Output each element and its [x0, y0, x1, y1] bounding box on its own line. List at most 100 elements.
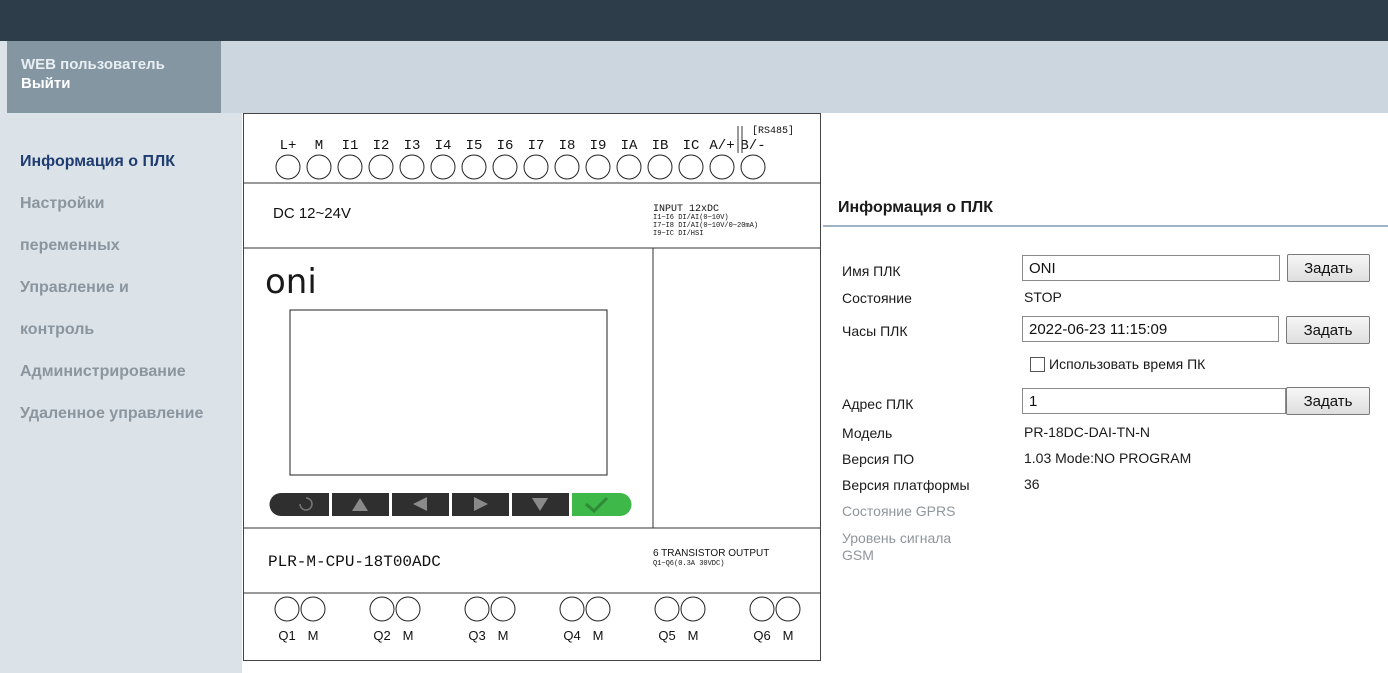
output-terminal [369, 596, 395, 622]
output-terminal [654, 596, 680, 622]
input-terminal [461, 154, 487, 180]
plc-display [289, 309, 608, 476]
input-terminal-label: IB [652, 138, 669, 154]
svg-text:[RS485]: [RS485] [752, 125, 794, 137]
info-divider [823, 225, 1388, 227]
reset-key-icon[interactable] [269, 493, 330, 516]
input-terminal-label: A/+ [709, 138, 734, 154]
output-terminal-label: M [783, 628, 794, 643]
input-terminal-label: IC [683, 138, 700, 154]
output-terminal [585, 596, 611, 622]
output-terminal [300, 596, 326, 622]
nav-item-plc-info[interactable]: Информация о ПЛК [20, 153, 175, 171]
input-terminal [678, 154, 704, 180]
output-terminal [559, 596, 585, 622]
use-pc-time-checkbox[interactable] [1030, 356, 1045, 372]
input-terminal-label: M [315, 138, 323, 154]
output-terminal [775, 596, 801, 622]
user-panel: WEB пользователь Выйти [7, 41, 221, 113]
plc-diagram: L+ M I1 I2 I3 I4 I5 I6 I7 I8 I9 IA IB IC A/+ B/- [RS485… [243, 113, 821, 661]
output-terminal-label: M [498, 628, 509, 643]
platform-value: 36 [1024, 476, 1040, 492]
plc-name-label: Имя ПЛК [842, 263, 901, 279]
set-clock-button[interactable]: Задать [1286, 316, 1370, 344]
input-terminal [647, 154, 673, 180]
set-address-button[interactable]: Задать [1286, 387, 1370, 415]
input-terminal-label: I8 [559, 138, 576, 154]
output-terminal-label: Q1 [278, 628, 295, 643]
plc-name-input[interactable] [1022, 255, 1280, 281]
firmware-label: Версия ПО [842, 451, 915, 467]
nav-item-control[interactable]: Управление и [20, 279, 129, 297]
output-terminal [395, 596, 421, 622]
input-terminal [337, 154, 363, 180]
input-terminal [585, 154, 611, 180]
input-terminal [616, 154, 642, 180]
firmware-value: 1.03 Mode:NO PROGRAM [1024, 450, 1192, 466]
nav-item-variable-settings-cont[interactable]: переменных [20, 237, 120, 255]
output-spec: Q1~Q6(0.3A 30VDC) [653, 560, 724, 568]
output-title: 6 TRANSISTOR OUTPUT [653, 548, 769, 559]
nav-item-control-cont[interactable]: контроль [20, 321, 94, 339]
user-label: WEB пользователь [21, 56, 165, 73]
use-pc-time-label: Использовать время ПК [1049, 356, 1206, 372]
nav-item-administration[interactable]: Администрирование [20, 363, 186, 381]
input-terminal [399, 154, 425, 180]
header-strip [221, 41, 1388, 113]
input-spec-3: I9~IC DI/HSI [653, 230, 703, 238]
output-terminal-label: M [593, 628, 604, 643]
set-name-button[interactable]: Задать [1287, 254, 1370, 282]
input-spec-2: I7~I8 DI/AI(0~10V/0~20mA) [653, 222, 758, 230]
gprs-label: Состояние GPRS [842, 503, 956, 519]
output-terminal-label: M [403, 628, 414, 643]
gsm-label: Уровень сигнала [842, 530, 952, 546]
output-terminal-label: Q6 [753, 628, 770, 643]
output-terminal-label: Q5 [658, 628, 675, 643]
input-terminal [740, 154, 766, 180]
platform-label: Версия платформы [842, 477, 970, 493]
plc-model-text: PLR-M-CPU-18T00ADC [268, 553, 441, 571]
use-pc-time-row: Использовать время ПК [1030, 356, 1205, 372]
output-terminal [490, 596, 516, 622]
output-terminal-label: Q3 [468, 628, 485, 643]
input-terminal-label: I2 [373, 138, 390, 154]
input-terminal-label: I6 [497, 138, 514, 154]
output-terminal-label: Q4 [563, 628, 580, 643]
address-input[interactable] [1022, 388, 1286, 414]
logout-link[interactable]: Выйти [21, 74, 221, 93]
nav-item-variable-settings[interactable]: Настройки [20, 195, 104, 213]
gsm-label-cont: GSM [842, 547, 874, 563]
state-label: Состояние [842, 290, 912, 306]
model-label: Модель [842, 425, 893, 441]
clock-label: Часы ПЛК [842, 323, 908, 339]
input-terminal [275, 154, 301, 180]
output-terminal-label: Q2 [373, 628, 390, 643]
input-terminal [554, 154, 580, 180]
input-terminal-label: L+ [280, 138, 297, 154]
input-terminal-label: I4 [435, 138, 452, 154]
input-terminal-label: IA [621, 138, 638, 154]
info-title: Информация о ПЛК [838, 199, 993, 216]
input-terminal-label: I3 [404, 138, 421, 154]
input-terminal [523, 154, 549, 180]
nav-item-remote-control[interactable]: Удаленное управление [20, 405, 203, 423]
input-terminal-label: I9 [590, 138, 607, 154]
input-terminal [709, 154, 735, 180]
output-terminal-label: M [308, 628, 319, 643]
output-terminal [274, 596, 300, 622]
input-terminal-label: I7 [528, 138, 545, 154]
oni-logo: oni [265, 262, 317, 302]
content-gutter [221, 113, 242, 673]
output-terminal-label: M [688, 628, 699, 643]
output-terminal [680, 596, 706, 622]
state-value: STOP [1024, 289, 1062, 305]
input-terminal [430, 154, 456, 180]
model-value: PR-18DC-DAI-TN-N [1024, 424, 1150, 440]
input-terminal-label: I1 [342, 138, 359, 154]
input-terminal [306, 154, 332, 180]
power-label: DC 12~24V [273, 205, 351, 222]
clock-input[interactable] [1022, 316, 1279, 342]
input-terminal-label: B/- [740, 138, 765, 154]
input-terminal [492, 154, 518, 180]
output-terminal [749, 596, 775, 622]
